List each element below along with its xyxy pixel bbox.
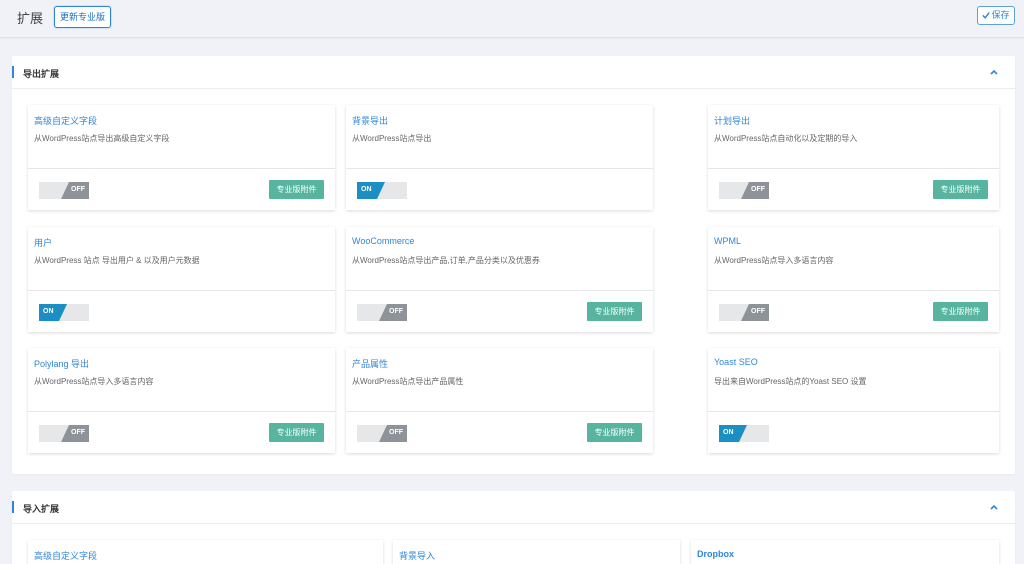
extension-card: Dropbox (691, 540, 999, 564)
toggle-label: OFF (71, 186, 85, 193)
panel-header: 导入扩展 (12, 491, 1015, 524)
check-icon (982, 12, 991, 19)
chevron-up-icon[interactable] (989, 67, 999, 77)
save-button[interactable]: 保存 (977, 6, 1015, 25)
extension-title[interactable]: 高级自定义字段 (34, 114, 97, 127)
card-divider (346, 168, 653, 169)
extension-description: 从WordPress站点导入多语言内容 (714, 256, 834, 265)
panel-header: 导出扩展 (12, 56, 1015, 89)
extension-title[interactable]: Polylang 导出 (34, 357, 89, 370)
extension-card: 背景导出 从WordPress站点导出 ON (346, 105, 653, 210)
extension-card: 高级自定义字段 (28, 540, 383, 564)
pro-addon-badge[interactable]: 专业版附件 (933, 302, 988, 321)
upgrade-pro-button[interactable]: 更新专业版 (54, 6, 112, 28)
top-bar: 扩展 更新专业版 保存 (0, 0, 1024, 38)
extension-title[interactable]: WPML (714, 236, 741, 246)
extension-card: Yoast SEO 导出来自WordPress站点的Yoast SEO 设置 O… (708, 348, 999, 453)
panel-title: 导入扩展 (23, 504, 60, 514)
extension-card: 计划导出 从WordPress站点自动化以及定期的导入 OFF 专业版附件 (708, 105, 999, 210)
card-divider (708, 290, 999, 291)
pro-addon-badge[interactable]: 专业版附件 (587, 302, 642, 321)
extension-card: 高级自定义字段 从WordPress站点导出高级自定义字段 OFF 专业版附件 (28, 105, 335, 210)
extension-title[interactable]: 高级自定义字段 (34, 549, 97, 562)
extension-toggle[interactable]: ON (357, 182, 407, 199)
extension-description: 从WordPress站点自动化以及定期的导入 (714, 134, 858, 143)
chevron-up-icon[interactable] (989, 502, 999, 512)
toggle-label: OFF (751, 308, 765, 315)
extension-title[interactable]: WooCommerce (352, 236, 414, 246)
extension-card: 产品属性 从WordPress站点导出产品属性 OFF 专业版附件 (346, 348, 653, 453)
extension-description: 从WordPress 站点 导出用户 & 以及用户元数据 (34, 256, 200, 265)
extension-toggle[interactable]: OFF (39, 182, 89, 199)
panel-title: 导出扩展 (23, 69, 60, 79)
extension-toggle[interactable]: OFF (719, 182, 769, 199)
card-divider (708, 411, 999, 412)
extension-toggle[interactable]: ON (719, 425, 769, 442)
extension-card: Polylang 导出 从WordPress站点导入多语言内容 OFF 专业版附… (28, 348, 335, 453)
extension-toggle[interactable]: OFF (719, 304, 769, 321)
toggle-label: ON (361, 186, 372, 193)
card-divider (28, 411, 335, 412)
extension-title[interactable]: 背景导入 (399, 549, 435, 562)
card-divider (346, 290, 653, 291)
extension-title[interactable]: 背景导出 (352, 114, 388, 127)
toggle-label: OFF (751, 186, 765, 193)
pro-addon-badge[interactable]: 专业版附件 (269, 423, 324, 442)
extension-description: 导出来自WordPress站点的Yoast SEO 设置 (714, 377, 867, 386)
extension-toggle[interactable]: ON (39, 304, 89, 321)
card-divider (28, 290, 335, 291)
extension-toggle[interactable]: OFF (357, 425, 407, 442)
extension-title[interactable]: 用户 (34, 236, 52, 249)
pro-addon-badge[interactable]: 专业版附件 (587, 423, 642, 442)
card-divider (28, 168, 335, 169)
page-title: 扩展 (17, 11, 44, 26)
extension-description: 从WordPress站点导出 (352, 134, 432, 143)
extension-card: 用户 从WordPress 站点 导出用户 & 以及用户元数据 ON (28, 227, 335, 332)
toggle-label: ON (723, 429, 734, 436)
extension-description: 从WordPress站点导出产品,订单,产品分类以及优惠券 (352, 256, 540, 265)
pro-addon-badge[interactable]: 专业版附件 (933, 180, 988, 199)
extension-title[interactable]: Dropbox (697, 549, 734, 559)
extension-title[interactable]: 计划导出 (714, 114, 750, 127)
toggle-label: OFF (71, 429, 85, 436)
extension-description: 从WordPress站点导出高级自定义字段 (34, 134, 170, 143)
extension-description: 从WordPress站点导出产品属性 (352, 377, 464, 386)
extension-card: WPML 从WordPress站点导入多语言内容 OFF 专业版附件 (708, 227, 999, 332)
extension-toggle[interactable]: OFF (357, 304, 407, 321)
extension-title[interactable]: Yoast SEO (714, 357, 758, 367)
toggle-label: OFF (389, 429, 403, 436)
card-divider (346, 411, 653, 412)
panel-accent-bar (12, 501, 14, 513)
card-divider (708, 168, 999, 169)
extension-card: 背景导入 (393, 540, 680, 564)
save-button-label: 保存 (991, 10, 1010, 20)
pro-addon-badge[interactable]: 专业版附件 (269, 180, 324, 199)
extension-title[interactable]: 产品属性 (352, 357, 388, 370)
toggle-label: ON (43, 308, 54, 315)
panel-accent-bar (12, 66, 14, 78)
extension-toggle[interactable]: OFF (39, 425, 89, 442)
toggle-label: OFF (389, 308, 403, 315)
extension-card: WooCommerce 从WordPress站点导出产品,订单,产品分类以及优惠… (346, 227, 653, 332)
extension-description: 从WordPress站点导入多语言内容 (34, 377, 154, 386)
